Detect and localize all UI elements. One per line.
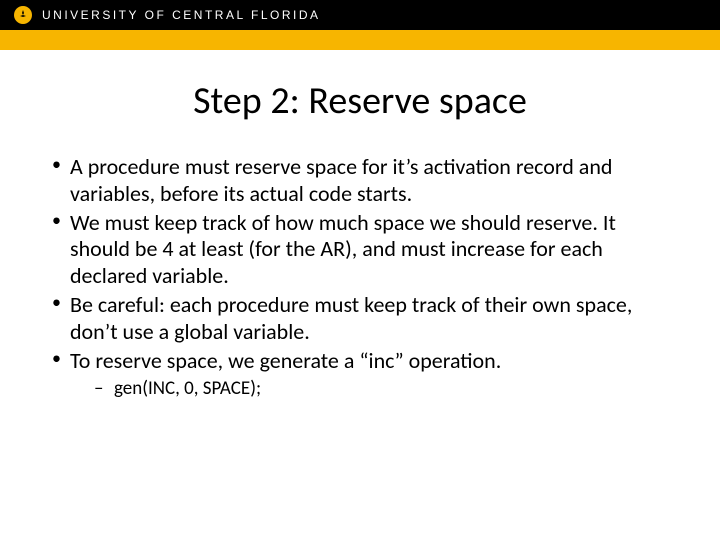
header-bar: UNIVERSITY OF CENTRAL FLORIDA [0,0,720,30]
slide-title: Step 2: Reserve space [40,78,680,124]
bullet-item: A procedure must reserve space for it’s … [48,154,680,208]
slide-content: Step 2: Reserve space A procedure must r… [0,50,720,401]
bullet-item: We must keep track of how much space we … [48,210,680,290]
gold-stripe [0,30,720,50]
bullet-item: To reserve space, we generate a “inc” op… [48,348,680,402]
sub-bullet-item: gen(INC, 0, SPACE); [94,377,680,402]
ucf-logo-icon [14,6,32,24]
bullet-list: A procedure must reserve space for it’s … [40,154,680,401]
bullet-text: To reserve space, we generate a “inc” op… [70,347,501,374]
university-name: UNIVERSITY OF CENTRAL FLORIDA [42,8,321,22]
sub-bullet-list: gen(INC, 0, SPACE); [70,377,680,402]
bullet-item: Be careful: each procedure must keep tra… [48,292,680,346]
